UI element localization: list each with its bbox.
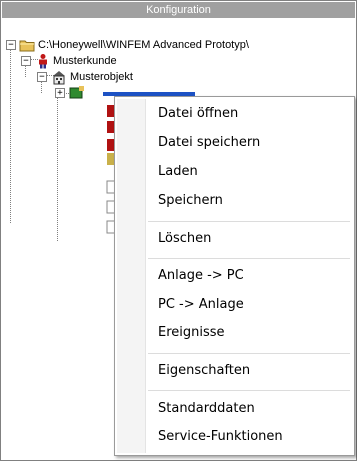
person-icon [39, 54, 47, 69]
menu-item-events[interactable]: Ereignisse [158, 322, 225, 344]
context-menu: Datei öffnen Datei speichern Laden Speic… [114, 96, 355, 456]
collapse-icon[interactable]: − [6, 40, 16, 50]
menu-separator [148, 353, 350, 354]
menu-item-open-file[interactable]: Datei öffnen [158, 103, 238, 125]
expand-icon[interactable]: + [55, 88, 65, 98]
menu-item-properties[interactable]: Eigenschaften [158, 360, 250, 382]
tree-node-object[interactable]: − Musterobjekt [1, 69, 201, 85]
tree-node-label: Musterkunde [53, 55, 117, 67]
menu-item-load[interactable]: Laden [158, 161, 198, 183]
tree-node-label: Musterobjekt [70, 71, 133, 83]
collapse-icon[interactable]: − [21, 56, 31, 66]
menu-item-service-functions[interactable]: Service-Funktionen [158, 426, 283, 448]
menu-item-save[interactable]: Speichern [158, 190, 223, 212]
folder-icon [19, 40, 35, 52]
menu-separator [148, 390, 350, 391]
menu-item-default-data[interactable]: Standarddaten [158, 398, 255, 420]
tree-connector [57, 91, 58, 241]
menu-item-pc-to-system[interactable]: PC -> Anlage [158, 294, 244, 316]
tree-node-customer[interactable]: − Musterkunde [1, 53, 201, 69]
tree-node-root[interactable]: − C:\Honeywell\WINFEM Advanced Prototyp\ [1, 37, 341, 53]
panel-title: Konfiguration [2, 2, 355, 18]
menu-separator [148, 258, 350, 259]
tree-node-label: C:\Honeywell\WINFEM Advanced Prototyp\ [38, 39, 249, 51]
collapse-icon[interactable]: − [37, 72, 47, 82]
device-icon [69, 86, 84, 99]
menu-separator [148, 221, 350, 222]
menu-icon-gutter [117, 99, 146, 453]
menu-item-system-to-pc[interactable]: Anlage -> PC [158, 265, 244, 287]
menu-item-save-file[interactable]: Datei speichern [158, 132, 260, 154]
building-icon [53, 71, 65, 85]
menu-item-delete[interactable]: Löschen [158, 228, 211, 250]
